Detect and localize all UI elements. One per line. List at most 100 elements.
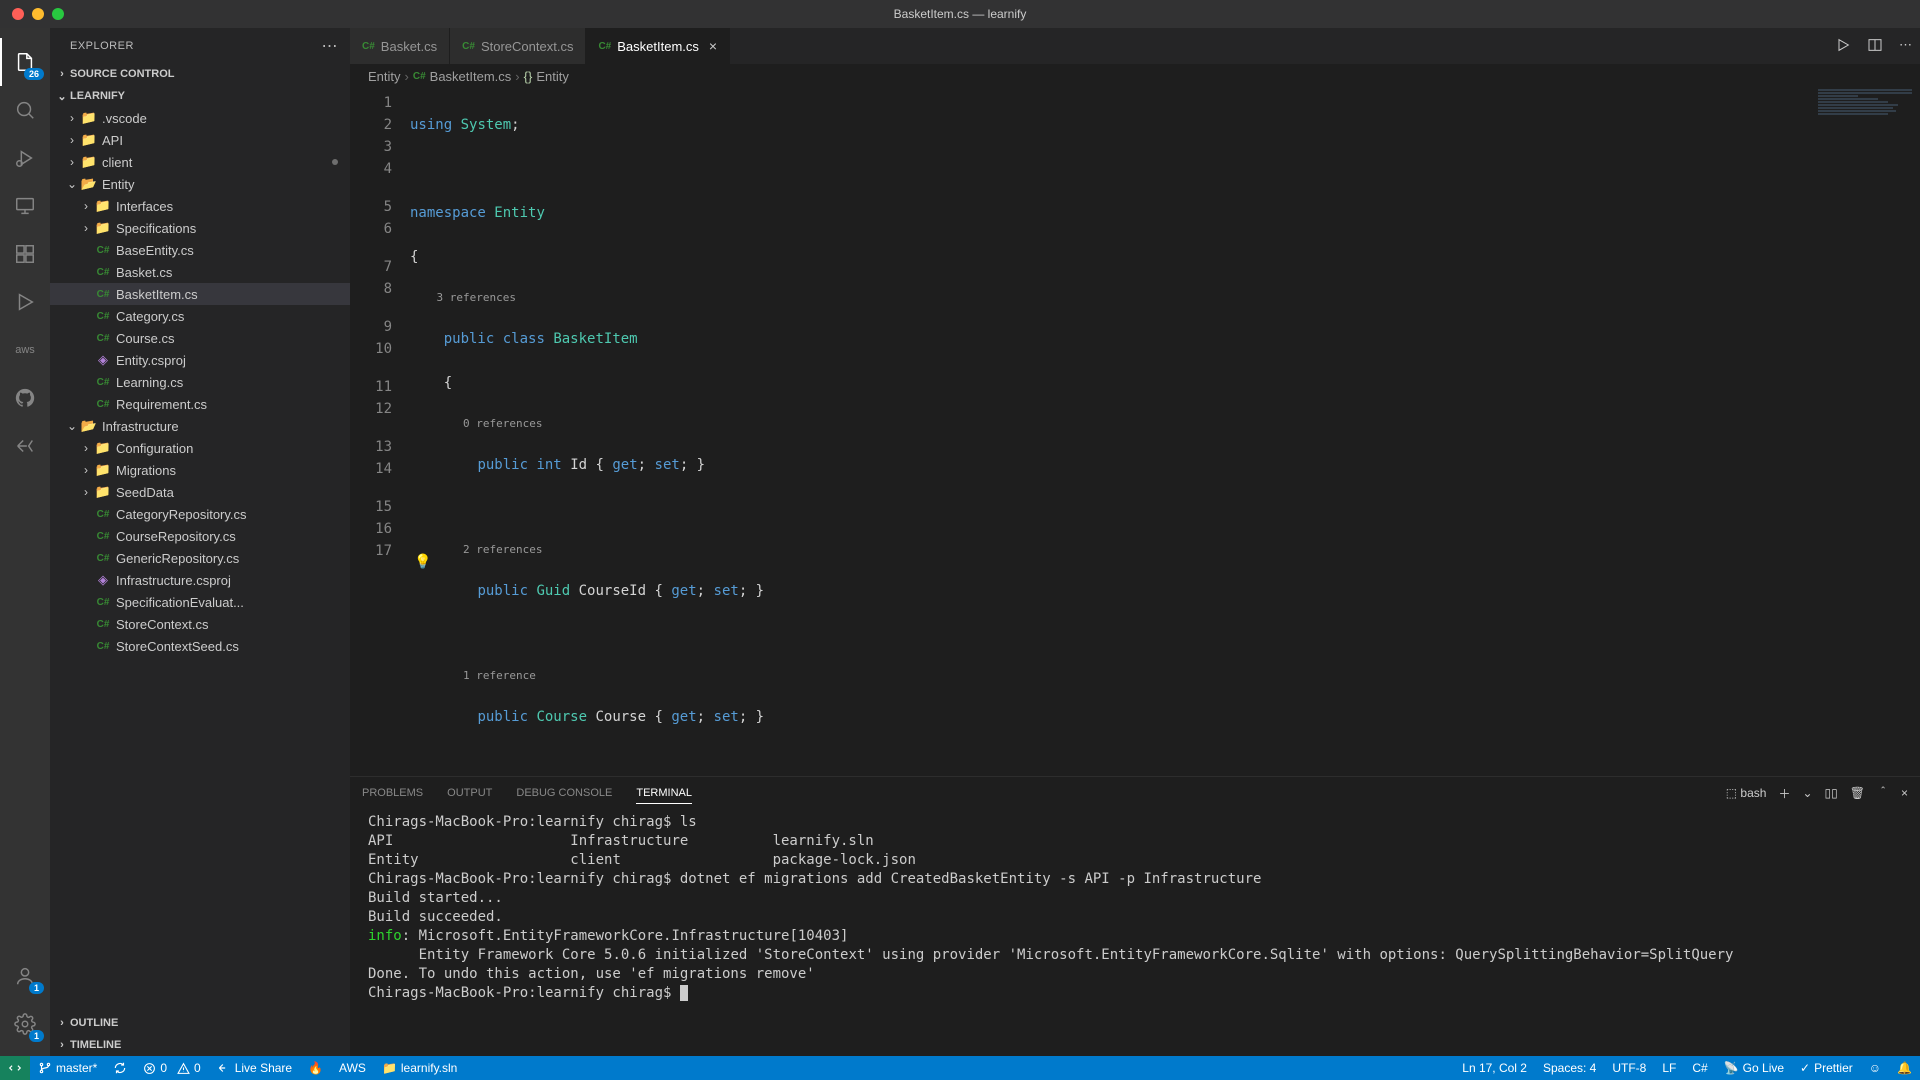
tree-item-specifications[interactable]: ›📁Specifications (50, 217, 350, 239)
new-terminal-icon[interactable]: ＋ (1778, 785, 1790, 802)
shell-selector[interactable]: ⬚ bash (1726, 786, 1767, 800)
tree-item-api[interactable]: ›📁API (50, 129, 350, 151)
status-aws[interactable]: AWS (331, 1056, 374, 1080)
terminal-output: : Microsoft.EntityFrameworkCore.Infrastr… (368, 928, 1733, 1001)
maximize-panel-icon[interactable]: ＾ (1877, 785, 1889, 802)
tree-item-genericrepo[interactable]: C#GenericRepository.cs (50, 547, 350, 569)
status-golive[interactable]: 📡 Go Live (1716, 1061, 1792, 1075)
tree-label: StoreContext.cs (116, 617, 209, 632)
minimize-window-button[interactable] (32, 8, 44, 20)
breadcrumb-item: Entity (368, 69, 401, 84)
panel-tab-debug[interactable]: DEBUG CONSOLE (516, 783, 612, 803)
tab-basketitem[interactable]: C#BasketItem.cs× (586, 28, 730, 64)
sidebar: EXPLORER ⋯ › SOURCE CONTROL ⌄ LEARNIFY ›… (50, 28, 350, 1056)
section-project[interactable]: ⌄ LEARNIFY (50, 85, 350, 107)
tree-item-migrations[interactable]: ›📁Migrations (50, 459, 350, 481)
status-feedback-icon[interactable]: ☺ (1861, 1061, 1889, 1075)
status-errors[interactable]: 0 0 (135, 1056, 208, 1080)
status-eol[interactable]: LF (1654, 1061, 1684, 1075)
panel-tab-terminal[interactable]: TERMINAL (636, 783, 692, 804)
account-icon[interactable]: 1 (0, 952, 50, 1000)
tree-item-infracsproj[interactable]: ◈Infrastructure.csproj (50, 569, 350, 591)
tree-item-entitycsproj[interactable]: ◈Entity.csproj (50, 349, 350, 371)
code-content[interactable]: using System; namespace Entity { 3 refer… (410, 88, 1920, 776)
panel-tab-problems[interactable]: PROBLEMS (362, 783, 423, 803)
github-icon[interactable] (0, 374, 50, 422)
close-tab-icon[interactable]: × (709, 38, 717, 54)
status-encoding[interactable]: UTF-8 (1604, 1061, 1654, 1075)
tree-item-basketitem[interactable]: C#BasketItem.cs (50, 283, 350, 305)
tree-item-basket[interactable]: C#Basket.cs (50, 261, 350, 283)
settings-badge: 1 (29, 1030, 44, 1042)
status-lang[interactable]: C# (1684, 1061, 1715, 1075)
status-branch[interactable]: master* (30, 1056, 105, 1080)
tab-basket[interactable]: C#Basket.cs (350, 28, 450, 64)
sidebar-more-icon[interactable]: ⋯ (322, 36, 339, 56)
status-bell-icon[interactable]: 🔔 (1889, 1061, 1920, 1075)
tree-item-storecontext[interactable]: C#StoreContext.cs (50, 613, 350, 635)
tree-label: Configuration (116, 441, 193, 456)
status-solution[interactable]: 📁 learnify.sln (374, 1056, 465, 1080)
kill-terminal-icon[interactable]: 🗑 (1850, 786, 1865, 800)
section-source-control-label: SOURCE CONTROL (70, 68, 175, 80)
status-sync[interactable] (105, 1056, 135, 1080)
tree-item-categoryrepo[interactable]: C#CategoryRepository.cs (50, 503, 350, 525)
split-terminal-icon[interactable]: ▯▯ (1825, 786, 1838, 800)
tree-item-infrastructure[interactable]: ⌄📂Infrastructure (50, 415, 350, 437)
status-position[interactable]: Ln 17, Col 2 (1454, 1061, 1535, 1075)
tree-item-client[interactable]: ›📁client (50, 151, 350, 173)
status-flame[interactable]: 🔥 (300, 1056, 331, 1080)
terminal[interactable]: Chirags-MacBook-Pro:learnify chirag$ ls … (350, 809, 1920, 1056)
sidebar-title: EXPLORER (70, 40, 134, 52)
tree-item-courserepo[interactable]: C#CourseRepository.cs (50, 525, 350, 547)
tree-item-speceval[interactable]: C#SpecificationEvaluat... (50, 591, 350, 613)
tree-label: Migrations (116, 463, 176, 478)
tree-item-course[interactable]: C#Course.cs (50, 327, 350, 349)
tree-item-seeddata[interactable]: ›📁SeedData (50, 481, 350, 503)
activity-bar: 26 aws (0, 28, 50, 1056)
tree-item-vscode[interactable]: ›📁.vscode (50, 107, 350, 129)
status-spaces[interactable]: Spaces: 4 (1535, 1061, 1604, 1075)
tree-item-interfaces[interactable]: ›📁Interfaces (50, 195, 350, 217)
tree-item-configuration[interactable]: ›📁Configuration (50, 437, 350, 459)
liveshare-icon[interactable] (0, 422, 50, 470)
tree-item-category[interactable]: C#Category.cs (50, 305, 350, 327)
tree-item-storecontextseed[interactable]: C#StoreContextSeed.cs (50, 635, 350, 657)
panel-tab-output[interactable]: OUTPUT (447, 783, 492, 803)
section-timeline[interactable]: › TIMELINE (50, 1034, 350, 1056)
close-panel-icon[interactable]: × (1901, 786, 1908, 800)
run-icon[interactable] (1835, 37, 1851, 56)
remote-indicator[interactable] (0, 1056, 30, 1080)
status-errors-count: 0 (160, 1061, 167, 1075)
tree-label: CategoryRepository.cs (116, 507, 247, 522)
tree-item-entity[interactable]: ⌄📂Entity (50, 173, 350, 195)
aws-icon[interactable]: aws (0, 326, 50, 374)
section-source-control[interactable]: › SOURCE CONTROL (50, 63, 350, 85)
remote-explorer-icon[interactable] (0, 182, 50, 230)
editor-body[interactable]: 1 2 3 4 5 6 7 8 9 10 11 12 13 14 15 16 1… (350, 88, 1920, 776)
extensions-icon[interactable] (0, 230, 50, 278)
section-outline[interactable]: › OUTLINE (50, 1012, 350, 1034)
run-icon[interactable] (0, 278, 50, 326)
breadcrumb-item: BasketItem.cs (430, 69, 512, 84)
more-icon[interactable]: ⋯ (1899, 37, 1912, 56)
tab-storecontext[interactable]: C#StoreContext.cs (450, 28, 586, 64)
status-liveshare[interactable]: Live Share (209, 1056, 300, 1080)
split-editor-icon[interactable] (1867, 37, 1883, 56)
breadcrumb[interactable]: Entity › C# BasketItem.cs › {} Entity (350, 64, 1920, 88)
explorer-icon[interactable]: 26 (0, 38, 50, 86)
status-prettier[interactable]: ✓ Prettier (1792, 1061, 1861, 1075)
status-branch-label: master* (56, 1061, 97, 1075)
debug-icon[interactable] (0, 134, 50, 182)
tree-item-baseentity[interactable]: C#BaseEntity.cs (50, 239, 350, 261)
terminal-dropdown-icon[interactable]: ⌄ (1802, 786, 1812, 800)
tree-label: Interfaces (116, 199, 173, 214)
tree-label: Course.cs (116, 331, 175, 346)
minimap[interactable] (1810, 88, 1920, 148)
settings-icon[interactable]: 1 (0, 1000, 50, 1048)
close-window-button[interactable] (12, 8, 24, 20)
tree-item-requirement[interactable]: C#Requirement.cs (50, 393, 350, 415)
tree-item-learning[interactable]: C#Learning.cs (50, 371, 350, 393)
search-icon[interactable] (0, 86, 50, 134)
maximize-window-button[interactable] (52, 8, 64, 20)
